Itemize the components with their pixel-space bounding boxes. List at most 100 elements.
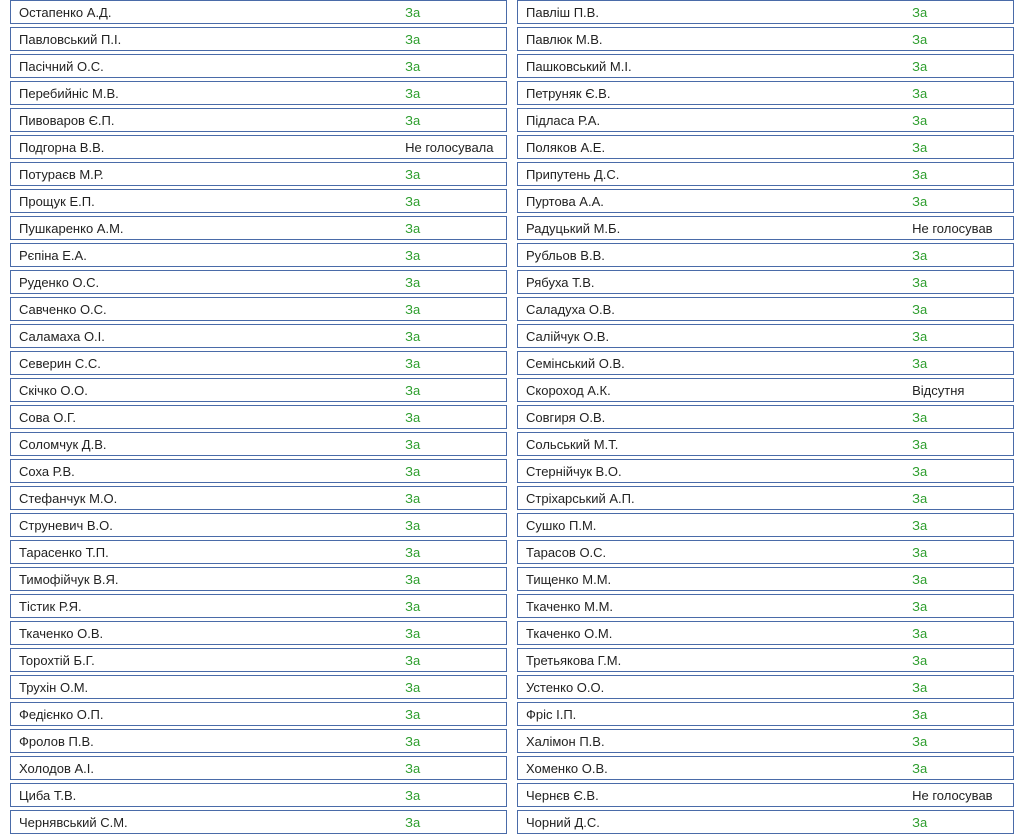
vote-value: За [912,734,1021,749]
vote-row: Трухін О.М.За [10,675,507,699]
vote-row: Чернявський С.М.За [10,810,507,834]
right-column: Павліш П.В.ЗаПавлюк М.В.ЗаПашковський М.… [517,0,1014,837]
deputy-name: Сова О.Г. [11,410,405,425]
deputy-name: Потураєв М.Р. [11,167,405,182]
deputy-name: Халімон П.В. [518,734,912,749]
deputy-name: Циба Т.В. [11,788,405,803]
vote-row: Рубльов В.В.За [517,243,1014,267]
vote-value: За [405,5,514,20]
vote-row: Ткаченко М.М.За [517,594,1014,618]
vote-value: За [912,599,1021,614]
deputy-name: Петруняк Є.В. [518,86,912,101]
vote-row: Савченко О.С.За [10,297,507,321]
deputy-name: Струневич В.О. [11,518,405,533]
vote-row: Рєпіна Е.А.За [10,243,507,267]
vote-value: Не голосував [912,788,1021,803]
left-column: Остапенко А.Д.ЗаПавловський П.І.ЗаПасічн… [10,0,507,837]
deputy-name: Пивоваров Є.П. [11,113,405,128]
vote-value: За [405,410,514,425]
vote-value: За [405,491,514,506]
vote-value: За [912,545,1021,560]
vote-row: Перебийніс М.В.За [10,81,507,105]
vote-row: Чернєв Є.В.Не голосував [517,783,1014,807]
vote-value: За [405,437,514,452]
vote-value: За [405,194,514,209]
deputy-name: Трухін О.М. [11,680,405,695]
deputy-name: Чорний Д.С. [518,815,912,830]
deputy-name: Припутень Д.С. [518,167,912,182]
vote-value: За [912,680,1021,695]
deputy-name: Саладуха О.В. [518,302,912,317]
vote-row: Скороход А.К.Відсутня [517,378,1014,402]
vote-value: За [912,815,1021,830]
deputy-name: Павліш П.В. [518,5,912,20]
vote-row: Пасічний О.С.За [10,54,507,78]
vote-value: За [405,653,514,668]
deputy-name: Чернявський С.М. [11,815,405,830]
deputy-name: Скічко О.О. [11,383,405,398]
vote-row: Ткаченко О.В.За [10,621,507,645]
deputy-name: Соха Р.В. [11,464,405,479]
deputy-name: Сушко П.М. [518,518,912,533]
deputy-name: Фріс І.П. [518,707,912,722]
deputy-name: Совгиря О.В. [518,410,912,425]
deputy-name: Пасічний О.С. [11,59,405,74]
vote-value: За [912,275,1021,290]
vote-row: Тарасов О.С.За [517,540,1014,564]
vote-value: За [405,599,514,614]
vote-row: Третьякова Г.М.За [517,648,1014,672]
deputy-name: Федієнко О.П. [11,707,405,722]
vote-row: Сольський М.Т.За [517,432,1014,456]
vote-row: Саладуха О.В.За [517,297,1014,321]
vote-value: За [912,86,1021,101]
deputy-name: Стернійчук В.О. [518,464,912,479]
deputy-name: Ткаченко М.М. [518,599,912,614]
vote-value: За [912,302,1021,317]
deputy-name: Пашковський М.І. [518,59,912,74]
deputy-name: Савченко О.С. [11,302,405,317]
vote-row: Павловський П.І.За [10,27,507,51]
vote-row: Рябуха Т.В.За [517,270,1014,294]
deputy-name: Салійчук О.В. [518,329,912,344]
vote-row: Сушко П.М.За [517,513,1014,537]
vote-value: За [912,437,1021,452]
vote-value: Відсутня [912,383,1021,398]
deputy-name: Саламаха О.І. [11,329,405,344]
vote-row: Соломчук Д.В.За [10,432,507,456]
vote-row: Стріхарський А.П.За [517,486,1014,510]
deputy-name: Тарасов О.С. [518,545,912,560]
vote-value: За [912,464,1021,479]
vote-row: Хоменко О.В.За [517,756,1014,780]
vote-row: Пашковський М.І.За [517,54,1014,78]
deputy-name: Холодов А.І. [11,761,405,776]
vote-value: Не голосувала [405,140,514,155]
vote-row: Сова О.Г.За [10,405,507,429]
vote-value: За [912,707,1021,722]
vote-row: Холодов А.І.За [10,756,507,780]
deputy-name: Ткаченко О.В. [11,626,405,641]
vote-row: Поляков А.Е.За [517,135,1014,159]
deputy-name: Северин С.С. [11,356,405,371]
vote-row: Устенко О.О.За [517,675,1014,699]
vote-row: Ткаченко О.М.За [517,621,1014,645]
vote-row: Прощук Е.П.За [10,189,507,213]
deputy-name: Стріхарський А.П. [518,491,912,506]
vote-value: За [912,194,1021,209]
vote-row: Струневич В.О.За [10,513,507,537]
deputy-name: Торохтій Б.Г. [11,653,405,668]
vote-value: За [912,572,1021,587]
vote-value: За [405,356,514,371]
deputy-name: Прощук Е.П. [11,194,405,209]
vote-row: Саламаха О.І.За [10,324,507,348]
vote-value: За [405,302,514,317]
vote-value: За [405,329,514,344]
vote-row: Чорний Д.С.За [517,810,1014,834]
vote-row: Пушкаренко А.М.За [10,216,507,240]
vote-value: За [912,329,1021,344]
deputy-name: Пуртова А.А. [518,194,912,209]
vote-row: Северин С.С.За [10,351,507,375]
vote-row: Скічко О.О.За [10,378,507,402]
vote-value: За [405,707,514,722]
vote-value: За [912,761,1021,776]
deputy-name: Тимофійчук В.Я. [11,572,405,587]
